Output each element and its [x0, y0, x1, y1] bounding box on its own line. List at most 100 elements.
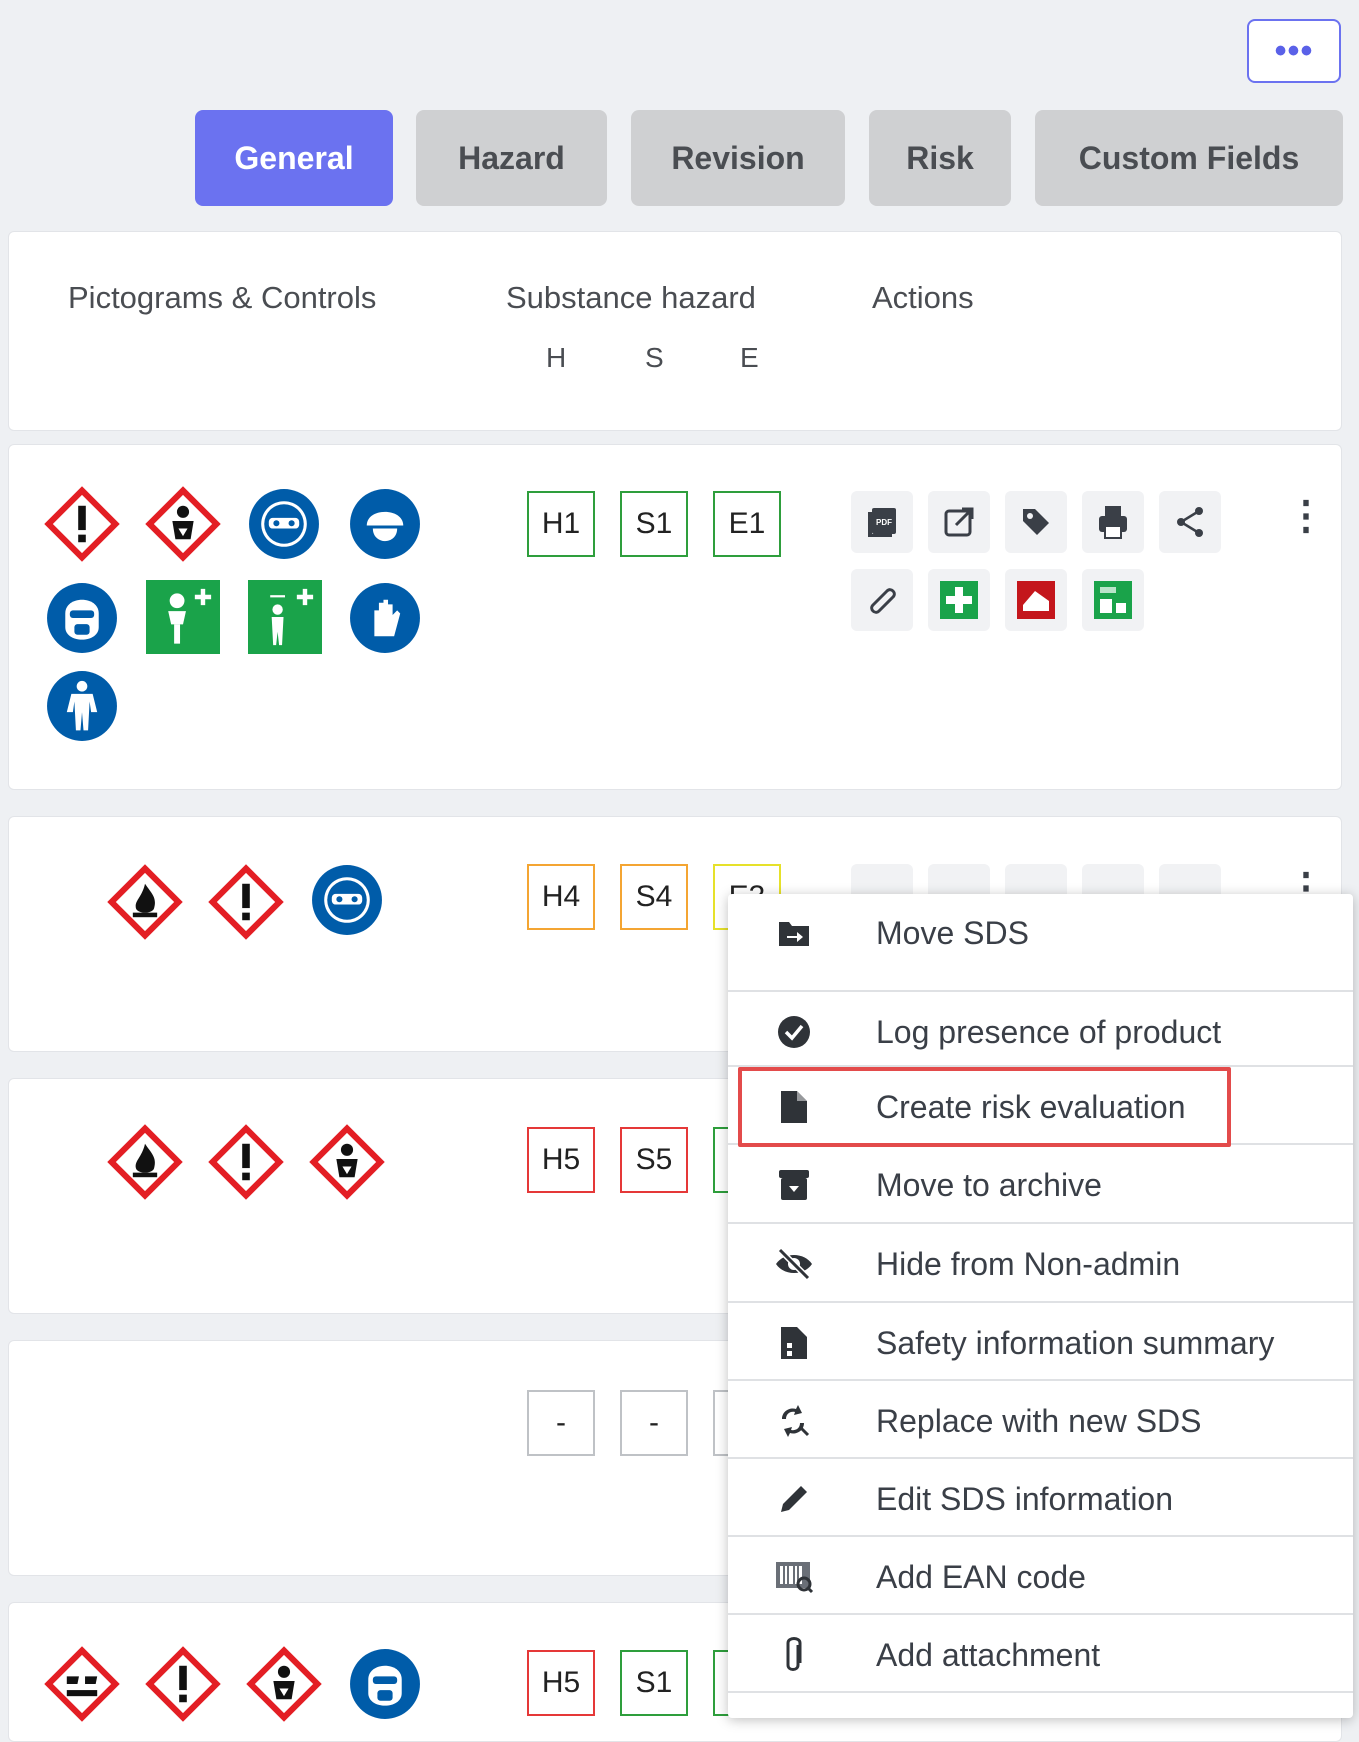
first-aid-icon: [940, 581, 978, 619]
ghs-exclamation-icon: [44, 486, 120, 562]
h-code: H5: [527, 1650, 595, 1716]
respirator-icon: [44, 580, 120, 656]
menu-item-label: Hide from Non-admin: [876, 1245, 1181, 1282]
menu-item-hide-from-non-admin[interactable]: Hide from Non-admin: [728, 1225, 1353, 1303]
menu-item-label: Move SDS: [876, 914, 1029, 951]
ghs-exclamation-icon: [145, 1646, 221, 1722]
tag-icon: [1023, 509, 1049, 535]
safety-shower-icon: [248, 580, 322, 654]
menu-divider: [728, 990, 1353, 992]
menu-divider: [728, 1301, 1353, 1303]
document-info-icon: [764, 1325, 824, 1361]
respirator-icon: [347, 1646, 423, 1722]
s-code: S4: [620, 864, 688, 930]
fire-safety-button[interactable]: [1005, 569, 1067, 631]
h-code: H4: [527, 864, 595, 930]
menu-divider: [728, 1535, 1353, 1537]
pencil-icon: [764, 1482, 824, 1516]
menu-item-label: Safety information summary: [876, 1324, 1275, 1361]
row-kebab-menu-button[interactable]: ⋮: [1286, 496, 1326, 536]
menu-item-edit-sds-information[interactable]: Edit SDS information: [728, 1460, 1353, 1538]
column-header-pictograms: Pictograms & Controls: [68, 280, 377, 315]
menu-item-add-ean-code[interactable]: Add EAN code: [728, 1538, 1353, 1616]
check-circle-icon: [764, 1015, 824, 1049]
s-code: -: [620, 1390, 688, 1456]
column-header-substance-hazard: Substance hazard: [506, 280, 756, 315]
menu-divider: [728, 1613, 1353, 1615]
folder-move-icon: [764, 918, 824, 948]
tab-hazard[interactable]: Hazard: [416, 110, 607, 206]
s-code: S1: [620, 1650, 688, 1716]
pdf-button[interactable]: PDF: [851, 491, 913, 553]
eye-protection-icon: [246, 486, 322, 562]
menu-item-move-to-archive[interactable]: Move to archive: [728, 1146, 1353, 1224]
menu-item-label: Add EAN code: [876, 1558, 1086, 1595]
share-icon: [1177, 507, 1203, 537]
paperclip-icon: [764, 1635, 824, 1675]
attachment-button[interactable]: [851, 569, 913, 631]
printer-icon: [1099, 506, 1127, 539]
protective-clothing-icon: [44, 668, 120, 744]
ghs-flame-icon: [107, 1124, 183, 1200]
pdf-icon: PDF: [868, 508, 896, 537]
head-protection-icon: [347, 486, 423, 562]
s-code: S1: [620, 491, 688, 557]
menu-divider: [728, 1379, 1353, 1381]
h-code: H5: [527, 1127, 595, 1193]
menu-item-safety-information-summary[interactable]: Safety information summary: [728, 1304, 1353, 1382]
ghs-exclamation-icon: [208, 864, 284, 940]
tag-button[interactable]: [1005, 491, 1067, 553]
h-code: -: [527, 1390, 595, 1456]
svg-text:PDF: PDF: [876, 518, 892, 527]
ghs-corrosion-icon: [44, 1646, 120, 1722]
menu-item-label: Move to archive: [876, 1166, 1102, 1203]
spill-kit-button[interactable]: [1082, 569, 1144, 631]
external-link-icon: [944, 507, 974, 537]
highlight-box: [738, 1067, 1231, 1147]
paperclip-icon: [870, 588, 896, 614]
menu-item-label: Replace with new SDS: [876, 1402, 1202, 1439]
menu-item-label: Edit SDS information: [876, 1480, 1174, 1517]
spill-kit-icon: [1094, 581, 1132, 619]
ghs-health-hazard-icon: [309, 1124, 385, 1200]
e-code: E1: [713, 491, 781, 557]
first-aid-button[interactable]: [928, 569, 990, 631]
menu-item-log-presence[interactable]: Log presence of product: [728, 993, 1353, 1071]
eyewash-station-icon: [146, 580, 220, 654]
menu-item-add-attachment[interactable]: Add attachment: [728, 1616, 1353, 1694]
menu-item-replace-with-new-sds[interactable]: Replace with new SDS: [728, 1382, 1353, 1460]
print-log-button[interactable]: [1082, 491, 1144, 553]
menu-item-label: Add attachment: [876, 1636, 1101, 1673]
column-header-actions: Actions: [872, 280, 974, 315]
share-button[interactable]: [1159, 491, 1221, 553]
replace-icon: [764, 1403, 824, 1439]
ghs-health-hazard-icon: [246, 1646, 322, 1722]
s-code: S5: [620, 1127, 688, 1193]
row-context-menu: Move SDS Log presence of product Create …: [728, 894, 1353, 1718]
tab-general[interactable]: General: [195, 110, 393, 206]
menu-divider: [728, 1691, 1353, 1693]
gloves-icon: [347, 580, 423, 656]
archive-icon: [764, 1168, 824, 1202]
more-options-button[interactable]: •••: [1247, 19, 1341, 83]
eye-protection-icon: [309, 862, 385, 938]
table-header: [8, 231, 1342, 431]
menu-item-label: Log presence of product: [876, 1013, 1222, 1050]
barcode-icon: [764, 1560, 824, 1594]
menu-divider: [728, 1222, 1353, 1224]
tab-custom-fields[interactable]: Custom Fields: [1035, 110, 1343, 206]
h-code: H1: [527, 491, 595, 557]
ghs-flame-icon: [107, 864, 183, 940]
ghs-exclamation-icon: [208, 1124, 284, 1200]
tab-risk[interactable]: Risk: [869, 110, 1011, 206]
column-subheader-e: E: [740, 342, 759, 373]
ghs-health-hazard-icon: [145, 486, 221, 562]
eye-slash-icon: [764, 1248, 824, 1280]
column-subheader-h: H: [546, 342, 567, 373]
tab-revision[interactable]: Revision: [631, 110, 845, 206]
open-external-button[interactable]: [928, 491, 990, 553]
menu-item-move-sds[interactable]: Move SDS: [728, 894, 1353, 972]
column-subheader-s: S: [645, 342, 664, 373]
fire-extinguisher-icon: [1017, 581, 1055, 619]
menu-divider: [728, 1457, 1353, 1459]
